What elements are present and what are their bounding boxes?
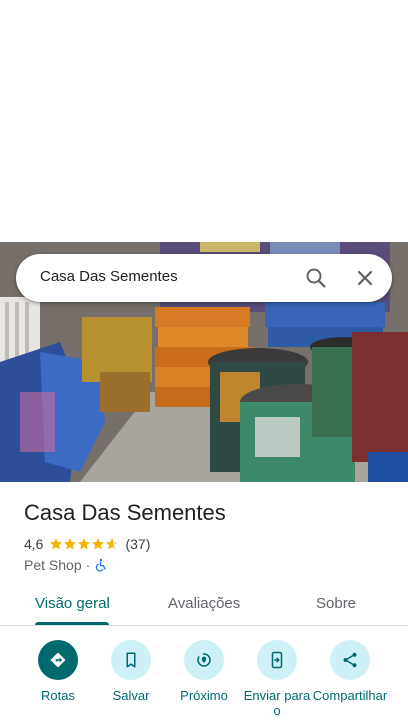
send-to-phone-button[interactable]: Enviar para o [239, 640, 315, 718]
review-count: (37) [125, 536, 151, 552]
search-input[interactable]: Casa Das Sementes [40, 268, 178, 285]
tab-about[interactable]: Sobre [316, 595, 356, 612]
rating-row[interactable]: 4,6 (37) [24, 535, 150, 553]
action-bar: Rotas Salvar Próximo Enviar para o Compa… [0, 640, 408, 724]
save-button[interactable]: Salvar [93, 640, 169, 703]
rating-value: 4,6 [24, 536, 44, 552]
place-title: Casa Das Sementes [24, 500, 226, 525]
star-icon [50, 538, 63, 550]
directions-icon [38, 640, 78, 680]
search-bar[interactable]: Casa Das Sementes [16, 254, 392, 302]
save-label: Salvar [112, 688, 150, 703]
nearby-button[interactable]: Próximo [166, 640, 242, 703]
star-icon [78, 538, 91, 550]
wheelchair-icon [96, 558, 107, 572]
send-to-phone-label: Enviar para o [243, 688, 311, 718]
share-button[interactable]: Compartilhar [312, 640, 388, 703]
search-icon[interactable] [304, 266, 328, 290]
star-rating [49, 537, 119, 551]
category-row: Pet Shop · [24, 556, 108, 574]
separator: · [85, 557, 91, 573]
close-icon[interactable] [353, 266, 377, 290]
tab-reviews[interactable]: Avaliações [168, 595, 240, 612]
directions-label: Rotas [41, 688, 75, 703]
nearby-icon [184, 640, 224, 680]
star-icon [64, 538, 77, 550]
bookmark-icon [111, 640, 151, 680]
tab-bar: Visão geral Avaliações Sobre [0, 584, 408, 626]
category-label: Pet Shop [24, 557, 82, 573]
send-to-phone-icon [257, 640, 297, 680]
share-icon [330, 640, 370, 680]
tab-overview[interactable]: Visão geral [35, 595, 110, 612]
directions-button[interactable]: Rotas [20, 640, 96, 703]
nearby-label: Próximo [180, 688, 228, 703]
star-icon [92, 538, 105, 550]
active-tab-indicator [35, 622, 109, 625]
half-star-icon [106, 538, 119, 550]
map-area [0, 0, 408, 242]
share-label: Compartilhar [312, 688, 388, 703]
